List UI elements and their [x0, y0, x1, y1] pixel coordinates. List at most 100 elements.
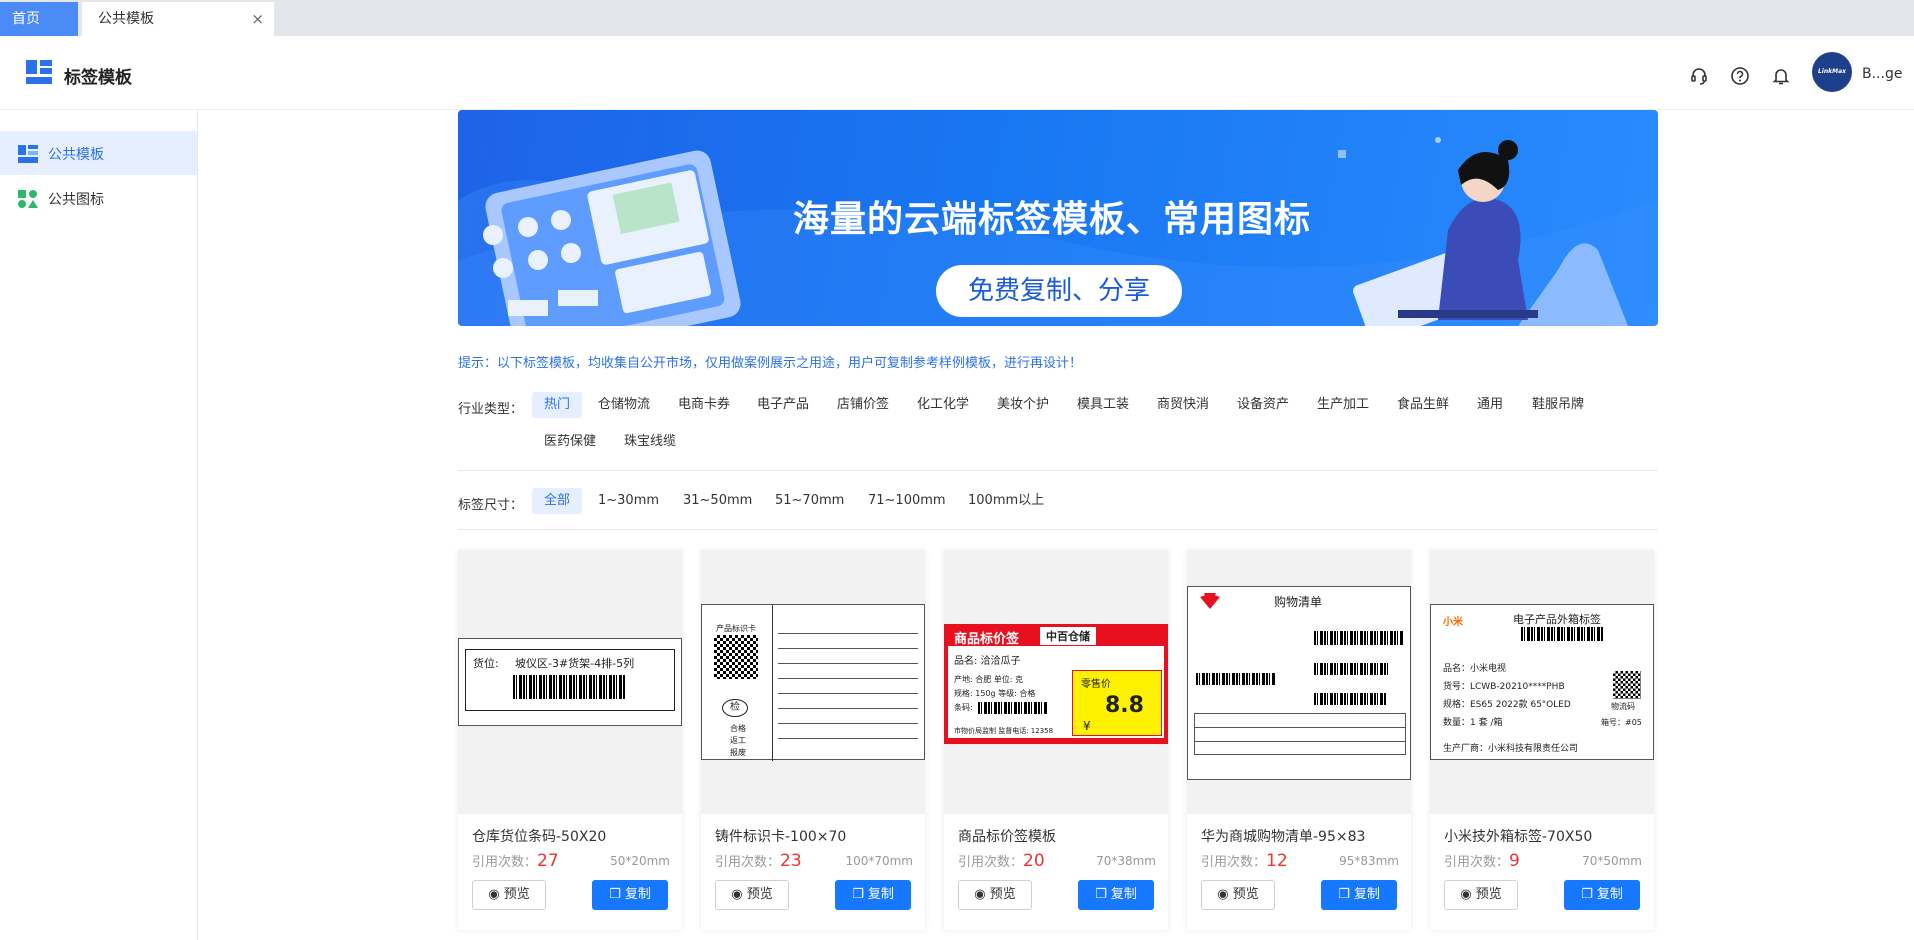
card-usage: 引用次数：20 [958, 851, 1045, 871]
template-card[interactable]: 商品标价签 中百仓储 品名: 洽洽瓜子 产地: 合肥 单位: 克 规格: 150… [944, 550, 1168, 930]
product-origin: 产地: 合肥 单位: 克 [954, 675, 1024, 684]
copy-button[interactable]: ❐ 复制 [1078, 880, 1154, 910]
banner-title: 海量的云端标签模板、常用图标 [793, 199, 1312, 240]
template-preview[interactable]: 商品标价签 中百仓储 品名: 洽洽瓜子 产地: 合肥 单位: 克 规格: 150… [944, 550, 1168, 814]
sidebar-item-label: 公共图标 [48, 192, 104, 208]
tab-home[interactable]: 首页 [0, 2, 78, 36]
product-spec: 规格: 150g 等级: 合格 [954, 689, 1036, 698]
chip-industry[interactable]: 仓储物流 [586, 392, 662, 418]
template-card[interactable]: 产品标识卡 检 合格 返工 报废 铸件标识卡-100×70 引用次数：23 10… [701, 550, 925, 930]
chip-industry[interactable]: 商贸快消 [1145, 392, 1221, 418]
chip-industry[interactable]: 模具工装 [1065, 392, 1141, 418]
chip-industry[interactable]: 设备资产 [1225, 392, 1301, 418]
eye-icon: ◉ [1217, 887, 1233, 902]
eye-icon: ◉ [974, 887, 990, 902]
barcode [978, 702, 1048, 714]
avatar[interactable]: LinkMax [1812, 52, 1852, 92]
help-icon[interactable] [1730, 66, 1750, 86]
store-name: 中百仓储 [1040, 627, 1096, 645]
preview-button[interactable]: ◉ 预览 [958, 880, 1032, 910]
chip-industry[interactable]: 珠宝线缆 [612, 429, 688, 455]
box-line: 货号：LCWB-20210****PHB [1443, 682, 1565, 692]
preview-button[interactable]: ◉ 预览 [1201, 880, 1275, 910]
preview-option: 返工 [730, 736, 746, 745]
headset-icon[interactable] [1689, 66, 1709, 86]
chip-size[interactable]: 71~100mm [856, 488, 958, 514]
username[interactable]: B...ge [1862, 66, 1902, 82]
template-preview[interactable]: 购物清单 [1187, 550, 1411, 814]
template-card[interactable]: 小米 电子产品外箱标签 品名：小米电视 货号：LCWB-20210****PHB… [1430, 550, 1654, 930]
chip-industry[interactable]: 化工化学 [905, 392, 981, 418]
chip-size[interactable]: 31~50mm [671, 488, 764, 514]
template-card[interactable]: 购物清单 华为商城购物清单-95×83 引用次数：12 95*83mm ◉ 预览… [1187, 550, 1411, 930]
eye-icon: ◉ [488, 887, 504, 902]
card-size: 70*50mm [1582, 854, 1642, 868]
price-label: 零售价 [1081, 679, 1111, 690]
copy-button[interactable]: ❐ 复制 [1564, 880, 1640, 910]
chip-size[interactable]: 100mm以上 [956, 488, 1056, 514]
close-icon[interactable]: × [251, 2, 264, 36]
chip-size[interactable]: 全部 [532, 488, 583, 514]
card-title: 小米技外箱标签-70X50 [1444, 829, 1593, 845]
price-value: 8.8 [1105, 693, 1144, 718]
chip-industry[interactable]: 生产加工 [1305, 392, 1381, 418]
chip-industry[interactable]: 热门 [532, 392, 583, 418]
copy-icon: ❐ [1095, 887, 1111, 902]
chip-size[interactable]: 1~30mm [586, 488, 671, 514]
preview-option: 报废 [730, 748, 746, 757]
box-line: 数量：1 套 /箱 [1443, 718, 1503, 728]
sidebar-item-public-templates[interactable]: 公共模板 [0, 131, 197, 175]
chip-industry[interactable]: 电子产品 [745, 392, 821, 418]
eye-icon: ◉ [1460, 887, 1476, 902]
preview-value: 坡仪区-3#货架-4排-5列 [515, 657, 635, 670]
app-logo-icon [26, 60, 52, 84]
usage-count: 20 [1023, 851, 1045, 871]
tab-public-templates[interactable]: 公共模板 × [82, 2, 274, 36]
box-line: 品名：小米电视 [1443, 664, 1507, 674]
box-number: 箱号：#05 [1601, 718, 1642, 727]
promo-banner: 海量的云端标签模板、常用图标 免费复制、分享 [458, 110, 1658, 326]
preview-button[interactable]: ◉ 预览 [1444, 880, 1518, 910]
chip-industry[interactable]: 店铺价签 [825, 392, 901, 418]
preview-option: 合格 [730, 724, 746, 733]
price-footer: 市物价局监制 监督电话: 12358 [954, 727, 1054, 735]
sidebar-item-label: 公共模板 [48, 147, 104, 163]
copy-button[interactable]: ❐ 复制 [592, 880, 668, 910]
copy-button[interactable]: ❐ 复制 [835, 880, 911, 910]
price-tag-title: 商品标价签 [954, 632, 1020, 647]
barcode [1314, 631, 1404, 645]
template-preview[interactable]: 产品标识卡 检 合格 返工 报废 [701, 550, 925, 814]
chip-industry[interactable]: 通用 [1465, 392, 1515, 418]
box-maker: 生产厂商：小米科技有限责任公司 [1443, 744, 1579, 754]
box-label-title: 电子产品外箱标签 [1513, 613, 1601, 626]
card-title: 铸件标识卡-100×70 [715, 829, 847, 845]
usage-count: 23 [780, 851, 802, 871]
notice-tip: 提示：以下标签模板，均收集自公开市场，仅用做案例展示之用途，用户可复制参考样例模… [458, 356, 1083, 371]
card-title: 华为商城购物清单-95×83 [1201, 829, 1366, 845]
copy-button[interactable]: ❐ 复制 [1321, 880, 1397, 910]
template-preview[interactable]: 货位: 坡仪区-3#货架-4排-5列 [458, 550, 682, 814]
chip-industry[interactable]: 鞋服吊牌 [1520, 392, 1596, 418]
divider [458, 529, 1658, 530]
template-preview[interactable]: 小米 电子产品外箱标签 品名：小米电视 货号：LCWB-20210****PHB… [1430, 550, 1654, 814]
card-size: 70*38mm [1096, 854, 1156, 868]
card-size: 50*20mm [610, 854, 670, 868]
chip-industry[interactable]: 电商卡券 [666, 392, 742, 418]
shapes-icon [18, 190, 38, 208]
price-box: 零售价 8.8 ¥ [1072, 670, 1162, 736]
app-header: 标签模板 LinkMax B...ge [0, 36, 1914, 110]
industry-filter-label: 行业类型： [458, 402, 524, 417]
barcode [513, 675, 625, 699]
chip-industry[interactable]: 美妆个护 [985, 392, 1061, 418]
chip-industry[interactable]: 医药保健 [532, 429, 608, 455]
bell-icon[interactable] [1771, 66, 1791, 86]
usage-count: 27 [537, 851, 559, 871]
eye-icon: ◉ [731, 887, 747, 902]
preview-button[interactable]: ◉ 预览 [715, 880, 789, 910]
sidebar-item-public-icons[interactable]: 公共图标 [0, 176, 197, 220]
chip-industry[interactable]: 食品生鲜 [1385, 392, 1461, 418]
chip-size[interactable]: 51~70mm [763, 488, 856, 514]
barcode [1314, 663, 1390, 675]
template-card[interactable]: 货位: 坡仪区-3#货架-4排-5列 仓库货位条码-50X20 引用次数：27 … [458, 550, 682, 930]
preview-button[interactable]: ◉ 预览 [472, 880, 546, 910]
